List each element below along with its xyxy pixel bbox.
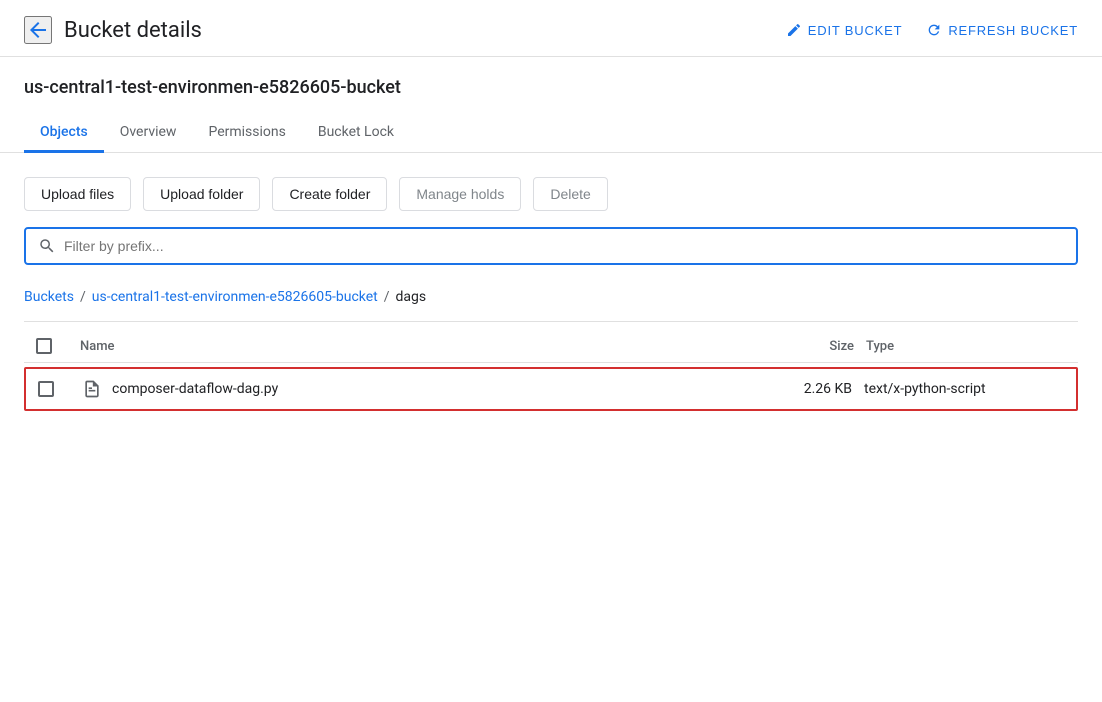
file-name: composer-dataflow-dag.py (112, 381, 760, 397)
select-all-checkbox[interactable] (36, 338, 52, 354)
file-type: text/x-python-script (864, 381, 1064, 397)
edit-icon (786, 22, 802, 38)
col-name-header: Name (80, 339, 762, 354)
back-button[interactable] (24, 16, 52, 44)
filter-input[interactable] (64, 238, 1064, 254)
breadcrumb-sep-2: / (384, 289, 390, 305)
back-arrow-icon (26, 18, 50, 42)
breadcrumb-buckets-link[interactable]: Buckets (24, 289, 74, 305)
tab-overview[interactable]: Overview (104, 114, 193, 153)
page-title: Bucket details (64, 18, 786, 43)
row-checkbox[interactable] (38, 381, 54, 397)
bucket-name: us-central1-test-environmen-e5826605-buc… (24, 77, 1078, 98)
filter-section (0, 227, 1102, 277)
refresh-icon (926, 22, 942, 38)
breadcrumb-current: dags (396, 289, 427, 305)
search-icon (38, 237, 56, 255)
toolbar: Upload files Upload folder Create folder… (0, 153, 1102, 227)
breadcrumb: Buckets / us-central1-test-environmen-e5… (24, 289, 1078, 305)
table-divider (24, 321, 1078, 322)
col-type-header: Type (866, 339, 1066, 354)
breadcrumb-section: Buckets / us-central1-test-environmen-e5… (0, 277, 1102, 313)
table-header: Name Size Type (24, 330, 1078, 363)
refresh-bucket-button[interactable]: REFRESH BUCKET (926, 22, 1078, 38)
upload-files-button[interactable]: Upload files (24, 177, 131, 211)
upload-folder-button[interactable]: Upload folder (143, 177, 260, 211)
col-size-header: Size (774, 339, 854, 354)
files-table: Name Size Type composer-dataflow-dag.py … (0, 330, 1102, 411)
bucket-name-section: us-central1-test-environmen-e5826605-buc… (0, 57, 1102, 98)
filter-input-wrapper (24, 227, 1078, 265)
manage-holds-button[interactable]: Manage holds (399, 177, 521, 211)
header-actions: EDIT BUCKET REFRESH BUCKET (786, 22, 1078, 38)
file-icon (82, 379, 102, 399)
table-row[interactable]: composer-dataflow-dag.py 2.26 KB text/x-… (24, 367, 1078, 411)
tabs-bar: Objects Overview Permissions Bucket Lock (0, 114, 1102, 153)
tab-permissions[interactable]: Permissions (192, 114, 301, 153)
delete-button[interactable]: Delete (533, 177, 607, 211)
create-folder-button[interactable]: Create folder (272, 177, 387, 211)
breadcrumb-bucket-link[interactable]: us-central1-test-environmen-e5826605-buc… (92, 289, 378, 305)
page-header: Bucket details EDIT BUCKET REFRESH BUCKE… (0, 0, 1102, 57)
tab-bucket-lock[interactable]: Bucket Lock (302, 114, 410, 153)
breadcrumb-sep-1: / (80, 289, 86, 305)
document-icon (82, 379, 102, 399)
tab-objects[interactable]: Objects (24, 114, 104, 153)
edit-bucket-button[interactable]: EDIT BUCKET (786, 22, 903, 38)
file-size: 2.26 KB (772, 381, 852, 397)
